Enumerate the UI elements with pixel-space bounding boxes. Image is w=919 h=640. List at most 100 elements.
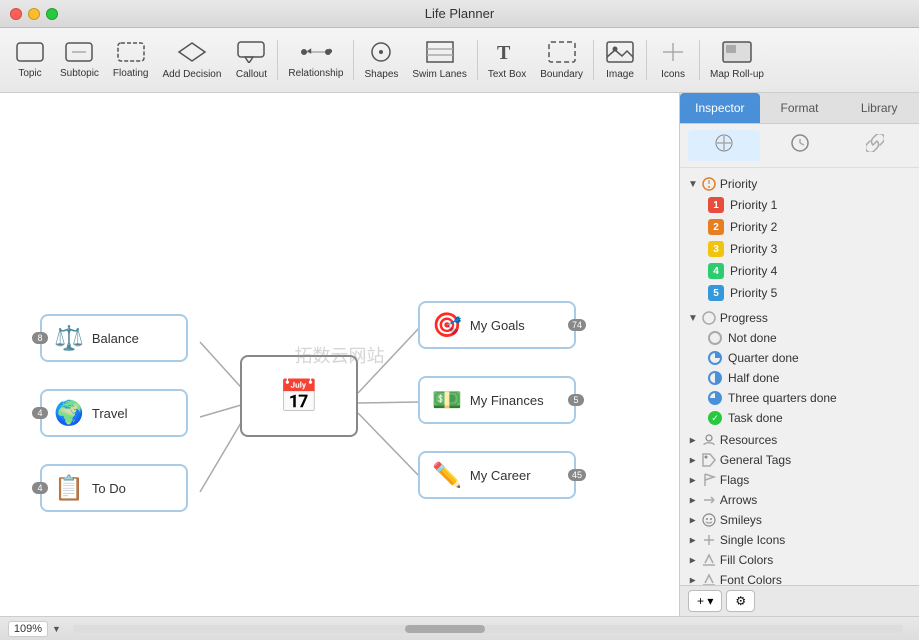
career-badge: 45 [568, 469, 586, 481]
single-icons-header[interactable]: ▼ Single Icons [680, 530, 919, 550]
three-quarters-item[interactable]: Three quarters done [680, 388, 919, 408]
inspector-subtabs [680, 124, 919, 168]
minimize-button[interactable] [28, 8, 40, 20]
finances-label: My Finances [470, 393, 544, 408]
settings-button[interactable]: ⚙ [726, 590, 755, 612]
shapes-label: Shapes [364, 69, 398, 80]
node-todo[interactable]: 4 📋 To Do [40, 464, 188, 512]
add-button[interactable]: + ▾ [688, 590, 722, 612]
tool-floating[interactable]: Floating [107, 32, 155, 88]
task-done-item[interactable]: ✓ Task done [680, 408, 919, 428]
priority-2-item[interactable]: 2 Priority 2 [680, 216, 919, 238]
tool-image[interactable]: Image [598, 32, 642, 88]
horizontal-scrollbar[interactable] [73, 625, 903, 633]
career-label: My Career [470, 468, 531, 483]
tab-library[interactable]: Library [839, 93, 919, 123]
quarter-done-item[interactable]: Quarter done [680, 348, 919, 368]
tool-shapes[interactable]: Shapes [358, 32, 404, 88]
tool-add-decision[interactable]: Add Decision [157, 32, 228, 88]
travel-badge: 4 [32, 407, 48, 419]
flags-header[interactable]: ▼ Flags [680, 470, 919, 490]
node-myfinances[interactable]: 💵 My Finances 5 [418, 376, 576, 424]
section-priority: ▼ Priority 1 Priority 1 2 Priority 2 3 P… [680, 172, 919, 306]
not-done-circle [708, 331, 722, 345]
toolbar: Topic Subtopic Floating Add Decision Cal… [0, 28, 919, 93]
priority-4-item[interactable]: 4 Priority 4 [680, 260, 919, 282]
subtab-clock[interactable] [764, 130, 836, 161]
main-area: 📅 8 ⚖️ Balance 4 🌍 Travel 4 📋 To Do 🎯 My… [0, 93, 919, 616]
window-controls[interactable] [10, 8, 58, 20]
zoom-arrow[interactable]: ▼ [52, 624, 61, 634]
half-done-item[interactable]: Half done [680, 368, 919, 388]
tool-swim-lanes[interactable]: Swim Lanes [406, 32, 472, 88]
font-colors-label: Font Colors [720, 573, 782, 585]
tool-boundary[interactable]: Boundary [534, 32, 589, 88]
tool-icons[interactable]: Icons [651, 32, 695, 88]
tool-text-box[interactable]: T Text Box [482, 32, 532, 88]
fill-colors-label: Fill Colors [720, 553, 773, 567]
font-colors-arrow: ▼ [687, 575, 698, 585]
close-button[interactable] [10, 8, 22, 20]
central-icon: 📅 [279, 377, 319, 415]
tab-format[interactable]: Format [760, 93, 840, 123]
half-done-label: Half done [728, 371, 779, 385]
resources-label: Resources [720, 433, 777, 447]
node-mycareer[interactable]: ✏️ My Career 45 [418, 451, 576, 499]
task-done-label: Task done [728, 411, 783, 425]
single-icons-label: Single Icons [720, 533, 785, 547]
priority-1-item[interactable]: 1 Priority 1 [680, 194, 919, 216]
fill-colors-arrow: ▼ [687, 555, 698, 565]
smileys-header[interactable]: ▼ Smileys [680, 510, 919, 530]
maximize-button[interactable] [46, 8, 58, 20]
progress-header[interactable]: ▼ Progress [680, 308, 919, 328]
image-label: Image [606, 69, 634, 80]
image-icon [606, 41, 634, 67]
p1-label: Priority 1 [730, 198, 777, 212]
p3-badge: 3 [708, 241, 724, 257]
arrows-header[interactable]: ▼ Arrows [680, 490, 919, 510]
general-tags-header[interactable]: ▼ General Tags [680, 450, 919, 470]
subtab-link[interactable] [839, 130, 911, 161]
task-done-circle: ✓ [708, 411, 722, 425]
p5-label: Priority 5 [730, 286, 777, 300]
goals-label: My Goals [470, 318, 525, 333]
node-mygoals[interactable]: 🎯 My Goals 74 [418, 301, 576, 349]
not-done-item[interactable]: Not done [680, 328, 919, 348]
node-balance[interactable]: 8 ⚖️ Balance [40, 314, 188, 362]
p3-label: Priority 3 [730, 242, 777, 256]
tool-relationship[interactable]: Relationship [282, 32, 349, 88]
text-box-label: Text Box [488, 69, 526, 80]
flags-arrow: ▼ [687, 475, 698, 485]
goals-badge: 74 [568, 319, 586, 331]
quarter-done-circle [708, 351, 722, 365]
todo-icon: 📋 [54, 474, 84, 503]
todo-badge: 4 [32, 482, 48, 494]
smileys-label: Smileys [720, 513, 762, 527]
node-central[interactable]: 📅 [240, 355, 358, 437]
priority-3-item[interactable]: 3 Priority 3 [680, 238, 919, 260]
arrows-label: Arrows [720, 493, 757, 507]
priority-arrow: ▼ [688, 179, 698, 190]
tool-map-rollup[interactable]: Map Roll-up [704, 32, 770, 88]
section-progress: ▼ Progress Not done Quarter done Ha [680, 306, 919, 430]
balance-badge: 8 [32, 332, 48, 344]
node-travel[interactable]: 4 🌍 Travel [40, 389, 188, 437]
scrollbar-thumb[interactable] [405, 625, 485, 633]
icons-label: Icons [661, 69, 685, 80]
swim-lanes-label: Swim Lanes [412, 69, 466, 80]
tool-callout[interactable]: Callout [229, 32, 273, 88]
tool-subtopic[interactable]: Subtopic [54, 32, 105, 88]
tab-inspector[interactable]: Inspector [680, 93, 760, 123]
priority-header[interactable]: ▼ Priority [680, 174, 919, 194]
resources-header[interactable]: ▼ Resources [680, 430, 919, 450]
fill-colors-header[interactable]: ▼ Fill Colors [680, 550, 919, 570]
relationship-icon [300, 42, 332, 66]
tool-topic[interactable]: Topic [8, 32, 52, 88]
subtab-plus[interactable] [688, 130, 760, 161]
p1-badge: 1 [708, 197, 724, 213]
priority-5-item[interactable]: 5 Priority 5 [680, 282, 919, 304]
canvas[interactable]: 📅 8 ⚖️ Balance 4 🌍 Travel 4 📋 To Do 🎯 My… [0, 93, 679, 616]
text-box-icon: T [493, 41, 521, 67]
general-tags-arrow: ▼ [687, 455, 698, 465]
font-colors-header[interactable]: ▼ Font Colors [680, 570, 919, 585]
